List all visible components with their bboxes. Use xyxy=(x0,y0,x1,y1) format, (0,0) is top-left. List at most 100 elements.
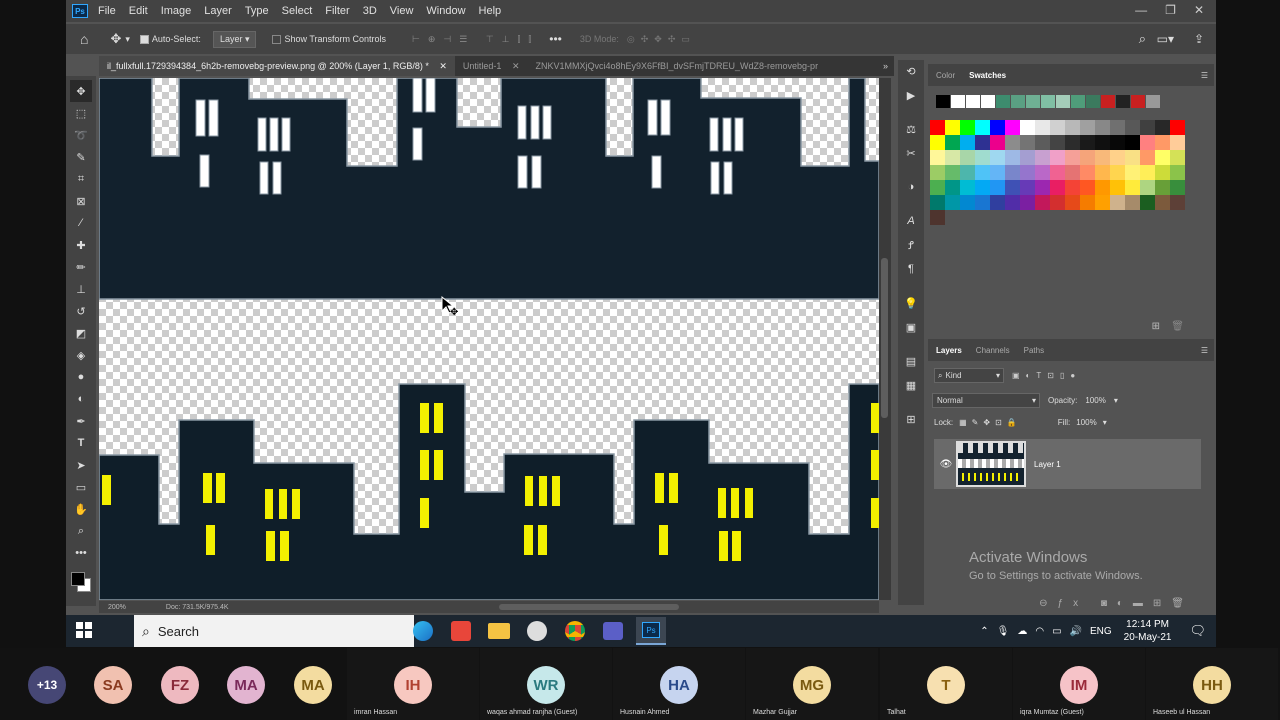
network-icon[interactable]: ▭ xyxy=(1052,626,1061,637)
swatch[interactable] xyxy=(990,195,1005,210)
swatch[interactable] xyxy=(1005,135,1020,150)
recent-swatch[interactable] xyxy=(981,95,995,108)
search-icon[interactable]: ⌕ xyxy=(1139,31,1146,47)
swatch[interactable] xyxy=(960,180,975,195)
participant-tile[interactable]: IH imran Hassan xyxy=(347,648,479,720)
swatch[interactable] xyxy=(960,165,975,180)
volume-icon[interactable]: 🔊 xyxy=(1070,626,1082,637)
swatch[interactable] xyxy=(930,150,945,165)
learn-panel-icon[interactable]: 💡 xyxy=(900,292,922,314)
recent-swatch[interactable] xyxy=(1056,95,1070,108)
participant-tile[interactable]: T Talhat xyxy=(880,648,1012,720)
menu-select[interactable]: Select xyxy=(282,5,313,17)
recent-swatch[interactable] xyxy=(951,95,965,108)
swatch[interactable] xyxy=(1080,150,1095,165)
tab-layers[interactable]: Layers xyxy=(936,346,962,355)
participant-tile[interactable]: SA xyxy=(94,648,154,720)
swatch[interactable] xyxy=(1125,120,1140,135)
lock-icons[interactable]: ▦✎✥⊡🔒 xyxy=(959,418,1022,427)
share-icon[interactable]: ⇪ xyxy=(1194,32,1204,46)
brush-tool-icon[interactable]: ✏ xyxy=(70,256,92,278)
swatch[interactable] xyxy=(1095,135,1110,150)
hand-tool-icon[interactable]: ✋ xyxy=(70,498,92,520)
swatch[interactable] xyxy=(1140,120,1155,135)
tab-close-icon[interactable]: ✕ xyxy=(439,61,447,71)
swatch[interactable] xyxy=(1080,120,1095,135)
swatch[interactable] xyxy=(1110,150,1125,165)
tab-paths[interactable]: Paths xyxy=(1024,346,1044,355)
tab-channels[interactable]: Channels xyxy=(976,346,1010,355)
taskbar-search-box[interactable]: ⌕ Search xyxy=(134,615,414,647)
participant-tile[interactable]: WR waqas ahmad ranjha (Guest) xyxy=(480,648,612,720)
swatch[interactable] xyxy=(945,195,960,210)
swatch[interactable] xyxy=(1155,180,1170,195)
swatch[interactable] xyxy=(1065,135,1080,150)
blend-mode-dropdown[interactable]: Normal ▾ xyxy=(932,393,1040,408)
notes-panel-icon[interactable]: ▦ xyxy=(900,374,922,396)
recent-swatch[interactable] xyxy=(1011,95,1025,108)
teams-icon[interactable] xyxy=(598,617,628,645)
swatch[interactable] xyxy=(1140,135,1155,150)
tabs-overflow-icon[interactable]: » xyxy=(883,61,888,71)
crop-tool-icon[interactable]: ⌗ xyxy=(70,168,92,190)
history-brush-icon[interactable]: ↺ xyxy=(70,300,92,322)
swatch[interactable] xyxy=(1035,165,1050,180)
show-hidden-icons[interactable]: ⌃ xyxy=(980,626,988,637)
notifications-icon[interactable]: 🗨 xyxy=(1189,623,1206,639)
workspace-icon[interactable]: ▭▾ xyxy=(1157,32,1174,46)
swatch[interactable] xyxy=(1155,150,1170,165)
swatch[interactable] xyxy=(1125,195,1140,210)
swatch[interactable] xyxy=(1140,195,1155,210)
visibility-eye-icon[interactable]: 👁 xyxy=(934,459,958,470)
swatch[interactable] xyxy=(1170,180,1185,195)
swatch[interactable] xyxy=(975,195,990,210)
fill-input[interactable]: 100% xyxy=(1076,418,1096,427)
recent-swatch[interactable] xyxy=(1146,95,1160,108)
brush-settings-icon[interactable]: ✂ xyxy=(900,142,922,164)
swatch[interactable] xyxy=(930,180,945,195)
layer-name[interactable]: Layer 1 xyxy=(1034,460,1061,469)
swatch[interactable] xyxy=(1095,120,1110,135)
swatch[interactable] xyxy=(1020,195,1035,210)
swatch[interactable] xyxy=(1035,135,1050,150)
panel-menu-icon[interactable]: ☰ xyxy=(1201,346,1208,355)
tab-close-icon[interactable]: ✕ xyxy=(512,61,520,71)
participant-tile[interactable]: IM iqra Mumtaz (Guest) xyxy=(1013,648,1145,720)
menu-layer[interactable]: Layer xyxy=(204,5,232,17)
participant-tile[interactable]: MG Mazhar Gujjar xyxy=(746,648,878,720)
pen-tool-icon[interactable]: ✒ xyxy=(70,410,92,432)
swatch[interactable] xyxy=(930,210,945,225)
paragraph-panel-icon[interactable]: ¶ xyxy=(900,258,922,280)
recent-swatch[interactable] xyxy=(966,95,980,108)
swatch[interactable] xyxy=(1005,120,1020,135)
tab-untitled[interactable]: Untitled-1 ✕ xyxy=(455,56,528,76)
layer-row[interactable]: 👁 Layer 1 xyxy=(934,439,1201,489)
menu-image[interactable]: Image xyxy=(161,5,192,17)
opacity-input[interactable]: 100% xyxy=(1085,396,1105,405)
recent-swatch[interactable] xyxy=(1086,95,1100,108)
recent-swatch[interactable] xyxy=(1131,95,1145,108)
swatch[interactable] xyxy=(1005,180,1020,195)
swatch[interactable] xyxy=(1035,120,1050,135)
participant-tile[interactable]: FZ xyxy=(161,648,221,720)
swatch[interactable] xyxy=(1140,180,1155,195)
participant-tile[interactable]: +13 xyxy=(28,648,88,720)
swatch[interactable] xyxy=(1110,180,1125,195)
swatch[interactable] xyxy=(1050,135,1065,150)
menu-type[interactable]: Type xyxy=(245,5,269,17)
swatch[interactable] xyxy=(1035,150,1050,165)
swatch[interactable] xyxy=(1095,150,1110,165)
blur-tool-icon[interactable]: ● xyxy=(70,366,92,388)
tab-document-1[interactable]: il_fullxfull.1729394384_6h2b-removebg-pr… xyxy=(99,56,455,76)
path-select-icon[interactable]: ➤ xyxy=(70,454,92,476)
edge-icon[interactable] xyxy=(408,617,438,645)
swatch[interactable] xyxy=(945,180,960,195)
swatch[interactable] xyxy=(1125,165,1140,180)
swatch[interactable] xyxy=(1050,150,1065,165)
swatch[interactable] xyxy=(1140,150,1155,165)
start-button[interactable] xyxy=(76,622,92,638)
swatch[interactable] xyxy=(1005,150,1020,165)
tab-document-3[interactable]: ZNKV1MMXjQvci4o8hEy9X6FfBI_dvSFmjTDREU_W… xyxy=(527,56,826,76)
language-indicator[interactable]: ENG xyxy=(1090,626,1112,637)
color-swatches-icon[interactable] xyxy=(69,568,93,594)
